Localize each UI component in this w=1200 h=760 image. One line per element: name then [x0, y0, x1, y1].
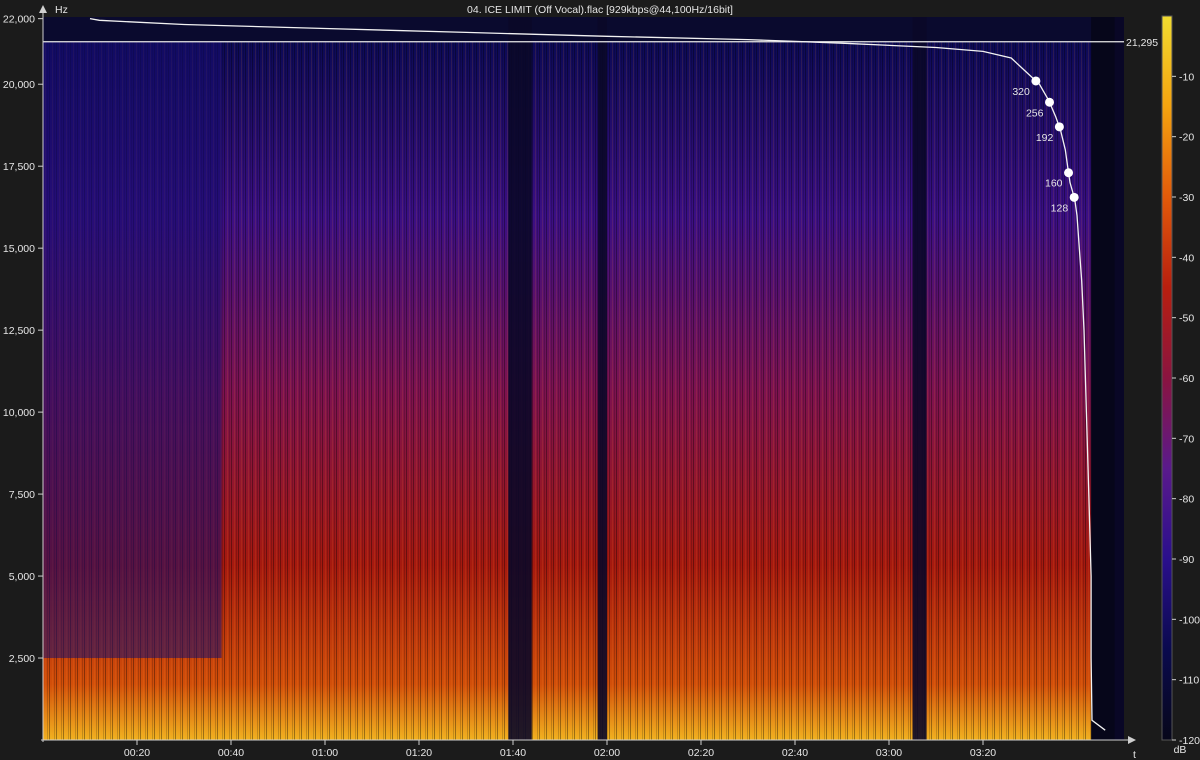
- above-cutoff-band: [43, 17, 1092, 42]
- y-tick-label: 15,000: [3, 243, 35, 255]
- colorbar-strip: [1162, 16, 1172, 740]
- sparse-region: [43, 41, 105, 659]
- bitrate-label: 128: [1051, 202, 1069, 214]
- colorbar-tick-label: -10: [1179, 71, 1194, 83]
- y-tick-label: 7,500: [9, 489, 35, 501]
- bitrate-label: 160: [1045, 178, 1063, 190]
- bitrate-marker: [1069, 192, 1079, 202]
- x-tick-label: 00:40: [218, 747, 244, 759]
- colorbar: -10 -20 -30 -40 -50 -60 -70 -80 -90 -100 -110 -120: [1161, 15, 1200, 747]
- x-tick-label: 01:40: [500, 747, 526, 759]
- x-tick-label: 02:00: [594, 747, 620, 759]
- sparse-region: [104, 41, 222, 659]
- quiet-band: [508, 17, 532, 740]
- plot-area: 21,295 320 256 192 160 128: [43, 17, 1158, 740]
- y-tick-label: 5,000: [9, 571, 35, 583]
- bitrate-marker: [1045, 97, 1055, 107]
- y-axis-arrow: [39, 5, 47, 13]
- y-axis-label: Hz: [55, 4, 68, 16]
- x-tick-label: 00:20: [124, 747, 150, 759]
- colorbar-tick-label: -50: [1179, 313, 1194, 325]
- x-axis-label: t: [1133, 749, 1136, 760]
- y-tick-label: 2,500: [9, 653, 35, 665]
- x-tick-label: 01:00: [312, 747, 338, 759]
- cutoff-label: 21,295: [1126, 37, 1158, 49]
- bitrate-label: 192: [1036, 132, 1054, 144]
- bitrate-marker: [1064, 168, 1074, 178]
- colorbar-tick-label: -60: [1179, 373, 1194, 385]
- colorbar-tick-label: -120: [1179, 735, 1200, 747]
- colorbar-tick-label: -70: [1179, 433, 1194, 445]
- colorbar-tick-label: -100: [1179, 614, 1200, 626]
- y-tick-label: 12,500: [3, 325, 35, 337]
- bitrate-label: 256: [1026, 107, 1044, 119]
- quiet-band: [597, 17, 607, 740]
- bitrate-label: 320: [1012, 86, 1030, 98]
- x-tick-label: 01:20: [406, 747, 432, 759]
- x-tick-label: 03:00: [876, 747, 902, 759]
- colorbar-tick-label: -80: [1179, 494, 1194, 506]
- quiet-band: [1114, 17, 1124, 740]
- x-tick-label: 02:20: [688, 747, 714, 759]
- bitrate-marker: [1054, 122, 1064, 132]
- colorbar-tick-label: -40: [1179, 252, 1194, 264]
- chart-title: 04. ICE LIMIT (Off Vocal).flac [929kbps@…: [467, 4, 733, 16]
- colorbar-tick-label: -20: [1179, 132, 1194, 144]
- colorbar-tick-label: -110: [1179, 675, 1199, 687]
- spectrogram-chart: 04. ICE LIMIT (Off Vocal).flac [929kbps@…: [3, 4, 1200, 760]
- quiet-band: [912, 17, 927, 740]
- colorbar-tick-label: -90: [1179, 554, 1194, 566]
- colorbar-tick-label: -30: [1179, 192, 1194, 204]
- x-axis-arrow: [1128, 736, 1136, 744]
- x-tick-label: 02:40: [782, 747, 808, 759]
- x-tick-label: 03:20: [970, 747, 996, 759]
- bitrate-marker: [1031, 76, 1041, 86]
- y-tick-label: 10,000: [3, 407, 35, 419]
- y-tick-label: 17,500: [3, 161, 35, 173]
- y-tick-label: 20,000: [3, 79, 35, 91]
- y-tick-label: 22,000: [3, 14, 35, 26]
